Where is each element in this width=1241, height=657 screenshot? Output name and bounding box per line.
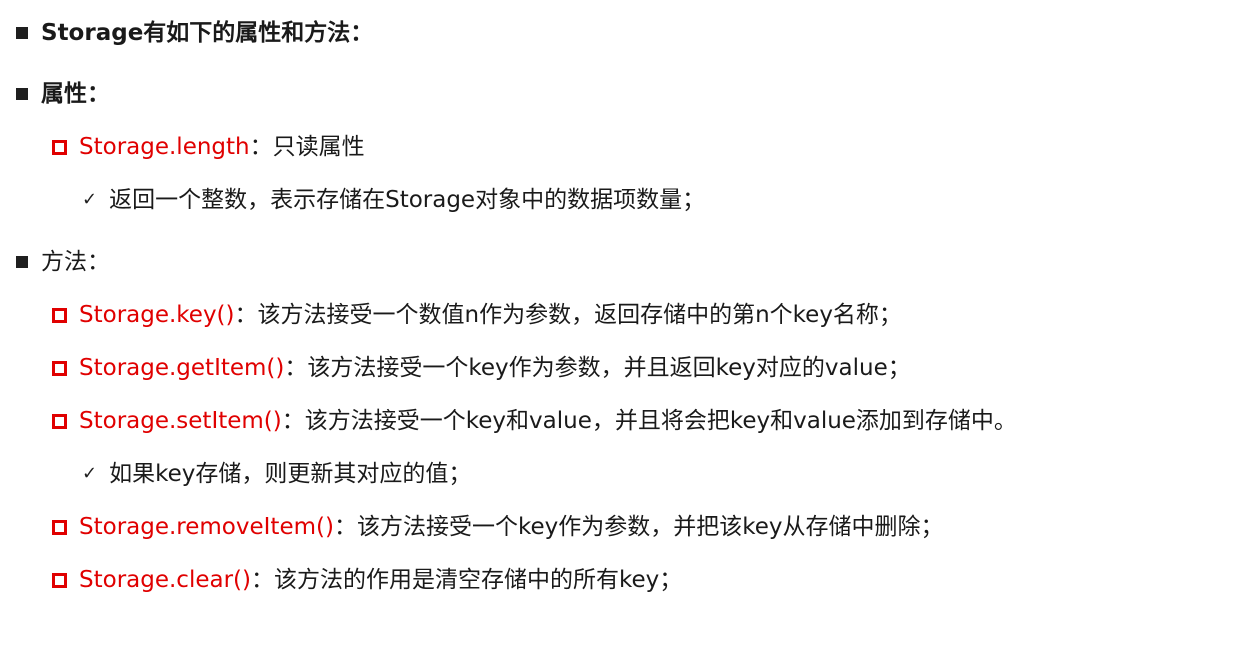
checkmark-icon: ✓ bbox=[82, 463, 98, 484]
heading-text: 方法： bbox=[41, 248, 110, 275]
api-description: ：该方法的作用是清空存储中的所有key； bbox=[250, 566, 683, 593]
method-key: Storage.key() ：该方法接受一个数值n作为参数，返回存储中的第n个k… bbox=[52, 295, 902, 335]
heading-methods: 方法： bbox=[16, 242, 110, 282]
checkmark-icon: ✓ bbox=[82, 189, 98, 210]
hollow-square-bullet-icon bbox=[52, 519, 67, 535]
hollow-square-bullet-icon bbox=[52, 360, 67, 376]
heading-text: 属性： bbox=[41, 80, 110, 107]
hollow-square-bullet-icon bbox=[52, 413, 67, 429]
hollow-square-bullet-icon bbox=[52, 139, 67, 155]
method-setitem-detail: ✓ 如果key存储，则更新其对应的值； bbox=[82, 454, 471, 494]
api-description: ：只读属性 bbox=[249, 133, 365, 160]
detail-text: 返回一个整数，表示存储在Storage对象中的数据项数量； bbox=[109, 186, 706, 213]
heading-storage-overview: Storage有如下的属性和方法： bbox=[16, 13, 373, 53]
method-removeitem: Storage.removeItem() ：该方法接受一个key作为参数，并把该… bbox=[52, 507, 943, 547]
hollow-square-bullet-icon bbox=[52, 572, 67, 588]
api-description: ：该方法接受一个key作为参数，并且返回key对应的value； bbox=[284, 354, 911, 381]
property-length: Storage.length ：只读属性 bbox=[52, 127, 365, 167]
api-name: Storage.length bbox=[79, 133, 250, 160]
property-length-detail: ✓ 返回一个整数，表示存储在Storage对象中的数据项数量； bbox=[82, 180, 705, 220]
method-clear: Storage.clear() ：该方法的作用是清空存储中的所有key； bbox=[52, 560, 682, 600]
api-name: Storage.clear() bbox=[79, 566, 251, 593]
api-name: Storage.setItem() bbox=[79, 407, 282, 434]
method-setitem: Storage.setItem() ：该方法接受一个key和value，并且将会… bbox=[52, 401, 1017, 441]
hollow-square-bullet-icon bbox=[52, 307, 67, 323]
heading-text: Storage有如下的属性和方法： bbox=[41, 19, 374, 46]
api-description: ：该方法接受一个key作为参数，并把该key从存储中删除； bbox=[333, 513, 944, 540]
square-bullet-icon bbox=[16, 27, 28, 39]
api-description: ：该方法接受一个key和value，并且将会把key和value添加到存储中。 bbox=[281, 407, 1017, 434]
api-name: Storage.removeItem() bbox=[79, 513, 334, 540]
square-bullet-icon bbox=[16, 256, 28, 268]
heading-properties: 属性： bbox=[16, 74, 110, 114]
api-description: ：该方法接受一个数值n作为参数，返回存储中的第n个key名称； bbox=[234, 301, 902, 328]
method-getitem: Storage.getItem() ：该方法接受一个key作为参数，并且返回ke… bbox=[52, 348, 911, 388]
detail-text: 如果key存储，则更新其对应的值； bbox=[109, 460, 472, 487]
api-name: Storage.getItem() bbox=[79, 354, 285, 381]
api-name: Storage.key() bbox=[79, 301, 235, 328]
square-bullet-icon bbox=[16, 88, 28, 100]
